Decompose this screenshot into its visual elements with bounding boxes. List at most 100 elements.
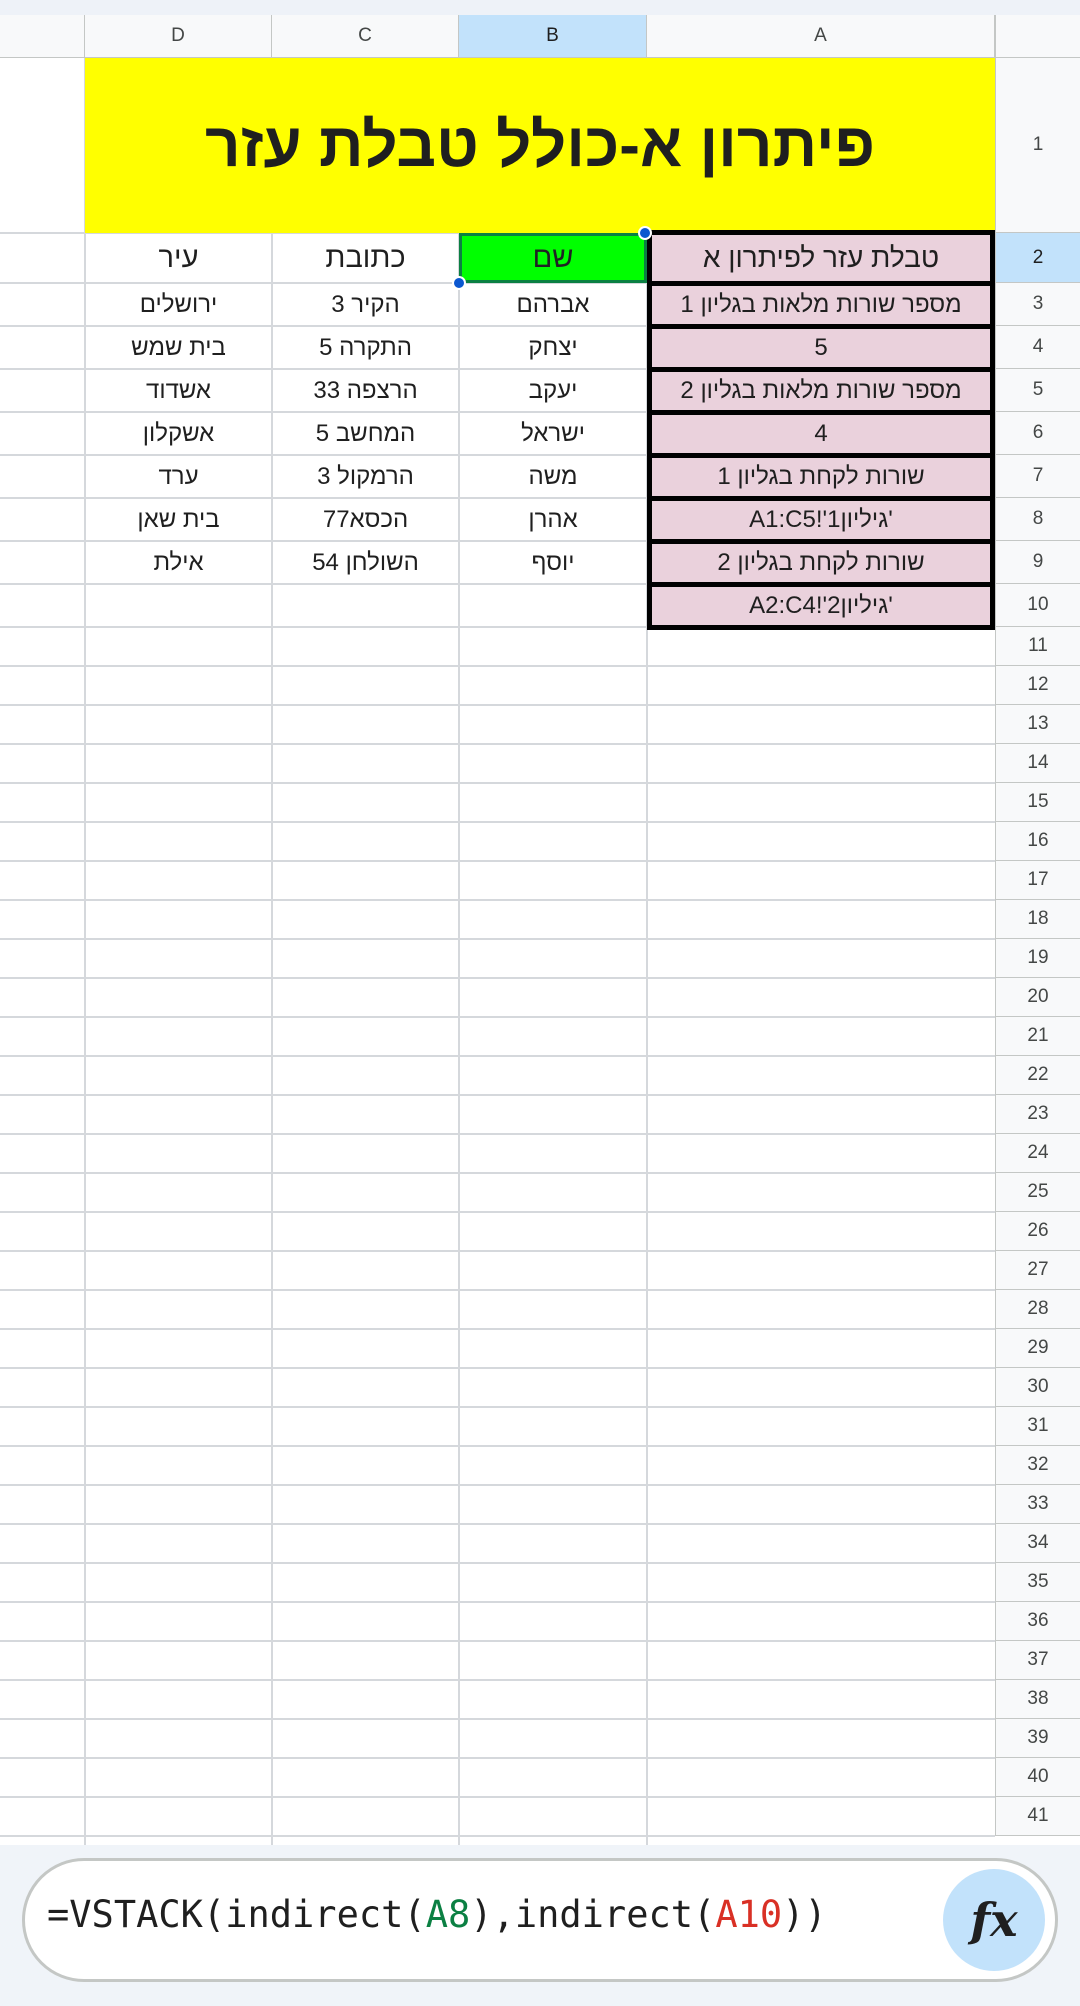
- row-header-15[interactable]: 15: [995, 783, 1080, 822]
- row-header-23[interactable]: 23: [995, 1095, 1080, 1134]
- row-header-8[interactable]: 8: [995, 498, 1080, 541]
- helper-cell[interactable]: 'גיליון1'!A1:C5: [647, 496, 995, 544]
- cell-name[interactable]: אברהם: [459, 283, 647, 326]
- row-header-25[interactable]: 25: [995, 1173, 1080, 1212]
- row-header-11[interactable]: 11: [995, 627, 1080, 666]
- row-header-35[interactable]: 35: [995, 1563, 1080, 1602]
- top-strip: [0, 0, 1080, 15]
- selection-handle-top[interactable]: [638, 226, 652, 240]
- cell-city[interactable]: בית שמש: [85, 326, 272, 369]
- cell-address[interactable]: הרמקול 3: [272, 455, 459, 498]
- row-header-21[interactable]: 21: [995, 1017, 1080, 1056]
- gridline-horizontal: [0, 1133, 995, 1135]
- row-header-7[interactable]: 7: [995, 455, 1080, 498]
- row-header-39[interactable]: 39: [995, 1719, 1080, 1758]
- row-header-20[interactable]: 20: [995, 978, 1080, 1017]
- spreadsheet-grid[interactable]: D C B A 1 2 3 4 5 6 7 8 9 10 11 12 13 14 15 16 17 18 19 20 2…: [0, 0, 1080, 1845]
- title-cell[interactable]: פיתרון א-כולל טבלת עזר: [85, 58, 995, 233]
- row-header-30[interactable]: 30: [995, 1368, 1080, 1407]
- row-header-38[interactable]: 38: [995, 1680, 1080, 1719]
- helper-cell[interactable]: 'גיליון2'!A2:C4: [647, 582, 995, 630]
- cell-address[interactable]: המחשב 5: [272, 412, 459, 455]
- column-header-b[interactable]: B: [459, 15, 647, 58]
- column-header-d[interactable]: D: [85, 15, 272, 58]
- row-header-31[interactable]: 31: [995, 1407, 1080, 1446]
- row-header-6[interactable]: 6: [995, 412, 1080, 455]
- row-header-32[interactable]: 32: [995, 1446, 1080, 1485]
- row-header-16[interactable]: 16: [995, 822, 1080, 861]
- header-name-selected[interactable]: שם: [459, 233, 647, 283]
- row-header-28[interactable]: 28: [995, 1290, 1080, 1329]
- row-header-22[interactable]: 22: [995, 1056, 1080, 1095]
- helper-title[interactable]: טבלת עזר לפיתרון א: [647, 230, 995, 286]
- row-header-36[interactable]: 36: [995, 1602, 1080, 1641]
- helper-cell[interactable]: שורות לקחת בגליון 2: [647, 539, 995, 587]
- cell-name[interactable]: משה: [459, 455, 647, 498]
- cell-city[interactable]: אשקלון: [85, 412, 272, 455]
- gridline-horizontal: [0, 1445, 995, 1447]
- cell-city[interactable]: ירושלים: [85, 283, 272, 326]
- gridline-horizontal: [0, 899, 995, 901]
- row-header-33[interactable]: 33: [995, 1485, 1080, 1524]
- helper-cell[interactable]: מספר שורות מלאות בגליון 2: [647, 367, 995, 415]
- helper-cell[interactable]: 5: [647, 324, 995, 372]
- cell-address[interactable]: הכסא77: [272, 498, 459, 541]
- corner-cell[interactable]: [995, 15, 1080, 58]
- row-header-29[interactable]: 29: [995, 1329, 1080, 1368]
- gridline-horizontal: [0, 1601, 995, 1603]
- helper-cell[interactable]: שורות לקחת בגליון 1: [647, 453, 995, 501]
- cell-city[interactable]: ערד: [85, 455, 272, 498]
- gridline-horizontal: [0, 1211, 995, 1213]
- selection-handle-bottom[interactable]: [452, 276, 466, 290]
- row-header-26[interactable]: 26: [995, 1212, 1080, 1251]
- row-header-10[interactable]: 10: [995, 584, 1080, 627]
- cell-city[interactable]: בית שאן: [85, 498, 272, 541]
- row-header-2[interactable]: 2: [995, 233, 1080, 283]
- gridline-horizontal: [0, 1406, 995, 1408]
- cell-name[interactable]: יוסף: [459, 541, 647, 584]
- row-header-17[interactable]: 17: [995, 861, 1080, 900]
- helper-cell[interactable]: 4: [647, 410, 995, 458]
- gridline-horizontal: [0, 704, 995, 706]
- column-header-partial[interactable]: [0, 15, 85, 58]
- cell-address[interactable]: התקרה 5: [272, 326, 459, 369]
- row-header-1[interactable]: 1: [995, 58, 1080, 233]
- formula-bar[interactable]: =VSTACK(indirect(A8),indirect(A10)) fx: [22, 1858, 1058, 1982]
- row-header-27[interactable]: 27: [995, 1251, 1080, 1290]
- row-header-24[interactable]: 24: [995, 1134, 1080, 1173]
- cell-name[interactable]: אהרן: [459, 498, 647, 541]
- cell-city[interactable]: אשדוד: [85, 369, 272, 412]
- formula-ref-1: A8: [425, 1893, 471, 1936]
- cell-city[interactable]: אילת: [85, 541, 272, 584]
- gridline-horizontal: [0, 1172, 995, 1174]
- cell-name[interactable]: ישראל: [459, 412, 647, 455]
- formula-input[interactable]: =VSTACK(indirect(A8),indirect(A10)): [47, 1893, 827, 1936]
- cell-name[interactable]: יצחק: [459, 326, 647, 369]
- row-header-5[interactable]: 5: [995, 369, 1080, 412]
- gridline-horizontal: [0, 1250, 995, 1252]
- gridline-horizontal: [0, 821, 995, 823]
- cell-name[interactable]: יעקב: [459, 369, 647, 412]
- header-address[interactable]: כתובת: [272, 233, 459, 283]
- row-header-19[interactable]: 19: [995, 939, 1080, 978]
- row-header-37[interactable]: 37: [995, 1641, 1080, 1680]
- row-header-13[interactable]: 13: [995, 705, 1080, 744]
- column-header-a[interactable]: A: [647, 15, 995, 58]
- row-header-41[interactable]: 41: [995, 1797, 1080, 1836]
- cell-address[interactable]: הקיר 3: [272, 283, 459, 326]
- row-header-4[interactable]: 4: [995, 326, 1080, 369]
- row-header-34[interactable]: 34: [995, 1524, 1080, 1563]
- fx-button[interactable]: fx: [943, 1869, 1045, 1971]
- row-header-12[interactable]: 12: [995, 666, 1080, 705]
- helper-cell[interactable]: מספר שורות מלאות בגליון 1: [647, 281, 995, 329]
- row-header-40[interactable]: 40: [995, 1758, 1080, 1797]
- row-header-18[interactable]: 18: [995, 900, 1080, 939]
- row-header-14[interactable]: 14: [995, 744, 1080, 783]
- column-header-c[interactable]: C: [272, 15, 459, 58]
- row-header-9[interactable]: 9: [995, 541, 1080, 584]
- cell-address[interactable]: הרצפה 33: [272, 369, 459, 412]
- row-header-3[interactable]: 3: [995, 283, 1080, 326]
- cell-address[interactable]: השולחן 54: [272, 541, 459, 584]
- header-city[interactable]: עיר: [85, 233, 272, 283]
- gridline-horizontal: [0, 1289, 995, 1291]
